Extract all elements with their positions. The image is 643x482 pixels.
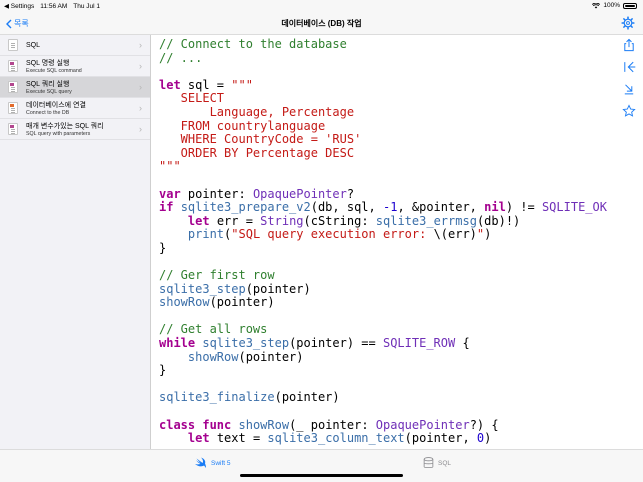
sidebar-item-subtitle: SQL query with parameters [26, 130, 91, 137]
code-line: // Get all rows [159, 322, 268, 337]
code-line: FROM countrylanguage [159, 118, 326, 133]
status-bar: ◀ Settings 11:56 AM Thu Jul 1 100% [0, 0, 643, 13]
sidebar-item-connect-db[interactable]: 데이터베이스에 연결 Connect to the DB › [0, 98, 150, 119]
tab-label: Swift 5 [211, 459, 231, 467]
sql-document-icon [8, 60, 18, 72]
code-line: class func showRow(_ pointer: OpaquePoin… [159, 417, 499, 432]
expand-icon[interactable] [622, 82, 636, 96]
sidebar-item-title: 데이터베이스에 연결 [26, 101, 86, 109]
star-icon[interactable] [622, 104, 636, 118]
code-line: // ... [159, 50, 203, 65]
chevron-right-icon: › [139, 124, 142, 134]
code-line: // Connect to the database [159, 38, 347, 51]
sidebar-item-sql[interactable]: SQL › [0, 35, 150, 56]
sidebar-item-query-parameters[interactable]: 매개 변수가있는 SQL 쿼리 SQL query with parameter… [0, 119, 150, 140]
navigation-bar: 목록 데이터베이스 (DB) 작업 [0, 13, 643, 35]
code-viewer[interactable]: // Connect to the database// ... let sql… [159, 38, 615, 448]
document-icon [8, 39, 18, 51]
tab-sql[interactable]: SQL [423, 457, 451, 469]
wifi-icon [592, 2, 601, 8]
chevron-right-icon: › [139, 103, 142, 113]
side-toolbar [615, 35, 643, 449]
code-line: while sqlite3_step(pointer) == SQLITE_RO… [159, 336, 470, 351]
sidebar-item-subtitle: Connect to the DB [26, 109, 70, 116]
tab-label: SQL [438, 459, 452, 467]
code-line: if sqlite3_prepare_v2(db, sql, -1, &poin… [159, 200, 615, 215]
swift-document-icon [8, 102, 18, 114]
code-line: sqlite3_finalize(pointer) [159, 390, 340, 405]
sidebar-item-title: 매개 변수가있는 SQL 쿼리 [26, 122, 104, 130]
code-line: let sql = """ [159, 77, 253, 92]
code-line: showRow(pointer) [187, 349, 304, 364]
home-indicator [240, 474, 403, 477]
code-line: let text = sqlite3_column_text(pointer, … [187, 431, 492, 446]
database-icon [423, 457, 434, 469]
sidebar-item-subtitle: Execute SQL query [26, 88, 72, 95]
code-line: """ [159, 159, 181, 174]
code-line: } [159, 240, 167, 255]
swift-icon [195, 457, 206, 468]
sidebar-item-title: SQL [26, 41, 41, 49]
code-line: showRow(pointer) [159, 295, 275, 310]
code-line: // Ger first row [159, 268, 275, 283]
sql-document-icon [8, 81, 18, 93]
sidebar-item-title: SQL 명령 실행 [26, 59, 70, 67]
chevron-right-icon: › [139, 40, 142, 50]
code-line: ORDER BY Percentage DESC [159, 145, 355, 160]
back-to-app-link[interactable]: ◀ Settings [4, 2, 34, 10]
sidebar-item-execute-query[interactable]: SQL 쿼리 실행 Execute SQL query › [0, 77, 150, 98]
page-title: 데이터베이스 (DB) 작업 [281, 19, 362, 28]
code-line: SELECT [159, 91, 225, 106]
tab-swift[interactable]: Swift 5 [194, 457, 231, 469]
code-line: Language, Percentage [159, 104, 355, 119]
code-line: let err = String(cString: sqlite3_errmsg… [187, 213, 521, 228]
chevron-right-icon: › [139, 61, 142, 71]
gear-icon[interactable] [621, 16, 635, 30]
battery-icon [623, 2, 637, 9]
code-line: sqlite3_step(pointer) [159, 281, 311, 296]
collapse-icon[interactable] [622, 60, 636, 74]
sql-document-icon [8, 123, 18, 135]
tab-bar: Swift 5 SQL [0, 449, 643, 482]
code-line: WHERE CountryCode = 'RUS' [159, 132, 362, 147]
chevron-right-icon: › [139, 82, 142, 92]
sidebar-item-execute-command[interactable]: SQL 명령 실행 Execute SQL command › [0, 56, 150, 77]
sidebar: SQL › SQL 명령 실행 Execute SQL command › SQ… [0, 35, 151, 449]
code-line: } [159, 363, 167, 378]
status-date: Thu Jul 1 [73, 2, 101, 10]
code-line: print("SQL query execution error: \(err)… [187, 227, 492, 242]
sidebar-item-subtitle: Execute SQL command [26, 67, 82, 74]
battery-percent: 100% [603, 2, 620, 9]
sidebar-item-title: SQL 쿼리 실행 [26, 80, 70, 88]
status-time: 11:56 AM [40, 2, 68, 10]
share-icon[interactable] [622, 38, 636, 52]
code-line: var pointer: OpaquePointer? [159, 186, 355, 201]
